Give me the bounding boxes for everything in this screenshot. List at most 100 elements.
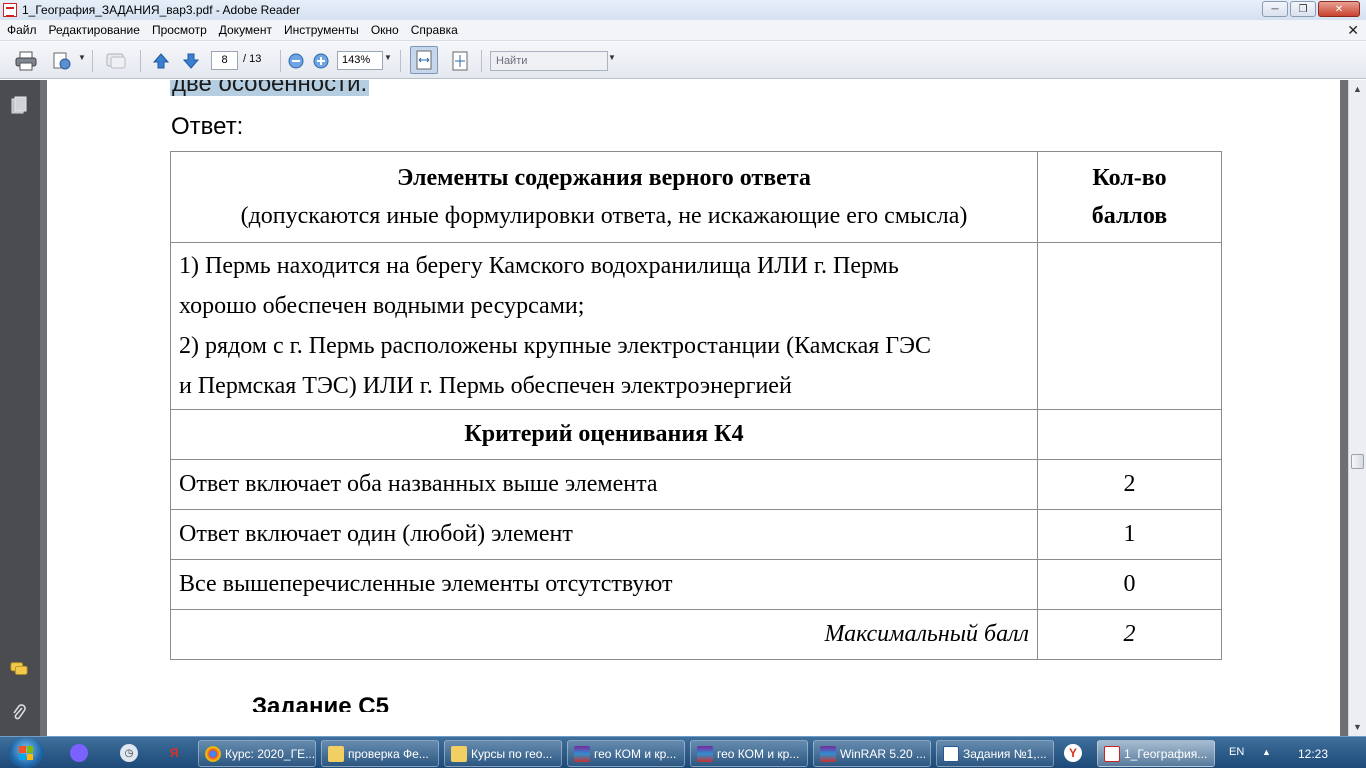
answer-content-cell: 1) Пермь находится на берегу Камского во…: [170, 242, 1038, 410]
row-text: Ответ включает оба названных выше элемен…: [170, 459, 1038, 510]
menu-window[interactable]: Окно: [364, 23, 404, 37]
language-indicator[interactable]: EN: [1229, 746, 1244, 758]
show-hidden-icons-icon[interactable]: ▲: [1262, 747, 1271, 757]
table-row: Ответ включает один (любой) элемент 1: [170, 509, 1222, 560]
winrar-icon: [574, 745, 590, 762]
taskbar-item[interactable]: Курс: 2020_ГЕ...: [198, 740, 316, 767]
row-points: 0: [1037, 559, 1222, 610]
taskbar-item[interactable]: Задания №1,...: [936, 740, 1054, 767]
chrome-icon: [205, 745, 221, 762]
menu-document[interactable]: Документ: [212, 23, 277, 37]
points-header-cell: Кол-во баллов: [1037, 151, 1222, 243]
comments-panel-icon[interactable]: [10, 660, 28, 678]
next-task-heading: Задание С5: [252, 693, 389, 712]
answer-line: и Пермская ТЭС) ИЛИ г. Пермь обеспечен э…: [179, 373, 792, 399]
export-dropdown-icon[interactable]: ▼: [78, 53, 86, 62]
find-dropdown-icon[interactable]: ▼: [608, 53, 616, 62]
answer-line: хорошо обеспечен водными ресурсами;: [179, 293, 585, 319]
navigation-panel: [0, 80, 40, 736]
table-row: Ответ включает оба названных выше элемен…: [170, 459, 1222, 510]
taskbar-item-active[interactable]: 1_География...: [1097, 740, 1215, 767]
pdf-page: две особенности. Ответ: Элементы содержа…: [47, 80, 1340, 736]
menu-help[interactable]: Справка: [404, 23, 463, 37]
taskbar: ◷ Я Курс: 2020_ГЕ... проверка Фе... Курс…: [0, 736, 1366, 768]
taskbar-item[interactable]: Курсы по гео...: [444, 740, 562, 767]
next-page-icon[interactable]: [180, 50, 202, 72]
document-view[interactable]: две особенности. Ответ: Элементы содержа…: [40, 80, 1348, 736]
elements-header-note: (допускаются иные формулировки ответа, н…: [240, 203, 968, 229]
answer-row: 1) Пермь находится на берегу Камского во…: [170, 242, 1222, 410]
max-score-value: 2: [1037, 609, 1222, 660]
menu-view[interactable]: Просмотр: [145, 23, 212, 37]
menu-bar: Файл Редактирование Просмотр Документ Ин…: [0, 20, 1366, 41]
table-header-row: Элементы содержания верного ответа (допу…: [170, 151, 1222, 243]
row-points: 1: [1037, 509, 1222, 560]
elements-header-cell: Элементы содержания верного ответа (допу…: [170, 151, 1038, 243]
restore-button[interactable]: ❐: [1290, 1, 1316, 17]
row-points: 2: [1037, 459, 1222, 510]
criteria-table: Элементы содержания верного ответа (допу…: [170, 151, 1222, 660]
selected-text: две особенности.: [170, 80, 370, 96]
points-header-line1: Кол-во: [1092, 165, 1167, 191]
row-text: Все вышеперечисленные элементы отсутству…: [170, 559, 1038, 610]
speed-dial-icon[interactable]: ◷: [120, 744, 138, 762]
adobe-reader-icon: [3, 3, 17, 17]
attachments-panel-icon[interactable]: [10, 704, 28, 722]
fit-width-icon[interactable]: [410, 46, 438, 74]
scroll-up-icon[interactable]: ▲: [1353, 84, 1362, 94]
window-title: 1_География_ЗАДАНИЯ_вар3.pdf - Adobe Rea…: [22, 3, 300, 17]
zoom-level-input[interactable]: 143%: [337, 51, 383, 70]
yandex-icon[interactable]: Я: [165, 744, 183, 762]
criterion-points-cell: [1037, 409, 1222, 460]
export-icon[interactable]: [50, 50, 74, 72]
clock[interactable]: 12:23: [1298, 747, 1328, 761]
yandex-browser-icon[interactable]: Y: [1064, 744, 1082, 762]
windows-logo-icon: [19, 746, 33, 760]
scroll-down-icon[interactable]: ▼: [1353, 722, 1362, 732]
taskbar-item[interactable]: гео КОМ и кр...: [567, 740, 685, 767]
page-number-input[interactable]: 8: [211, 51, 238, 70]
answer-line: 1) Пермь находится на берегу Камского во…: [179, 253, 899, 279]
toolbar: ▼ 8 / 13 143% ▼ Найти ▼: [0, 41, 1366, 79]
pdf-icon: [1104, 745, 1120, 762]
page-total: / 13: [243, 53, 262, 65]
zoom-out-icon[interactable]: [287, 50, 305, 72]
criterion-title: Критерий оценивания К4: [170, 409, 1038, 460]
document-close-icon[interactable]: ✕: [1347, 22, 1359, 39]
start-button[interactable]: [8, 738, 44, 768]
winrar-icon: [820, 745, 836, 762]
minimize-button[interactable]: ─: [1262, 1, 1288, 17]
answer-label: Ответ:: [171, 113, 244, 140]
pages-panel-icon[interactable]: [10, 96, 28, 114]
taskbar-item[interactable]: гео КОМ и кр...: [690, 740, 808, 767]
taskbar-item[interactable]: WinRAR 5.20 ...: [813, 740, 931, 767]
zoom-in-icon[interactable]: [312, 50, 330, 72]
alice-icon[interactable]: [70, 744, 88, 762]
winrar-icon: [697, 745, 713, 762]
document-icon: [943, 745, 959, 762]
folder-icon: [328, 745, 344, 762]
menu-edit[interactable]: Редактирование: [42, 23, 145, 37]
max-score-row: Максимальный балл 2: [170, 609, 1222, 660]
folder-icon: [451, 745, 467, 762]
table-row: Все вышеперечисленные элементы отсутству…: [170, 559, 1222, 610]
row-text: Ответ включает один (любой) элемент: [170, 509, 1038, 560]
menu-tools[interactable]: Инструменты: [277, 23, 364, 37]
elements-header-title: Элементы содержания верного ответа: [397, 165, 811, 191]
menu-file[interactable]: Файл: [0, 23, 42, 37]
scroll-thumb[interactable]: [1351, 454, 1364, 469]
comment-icon[interactable]: [104, 50, 128, 72]
answer-line: 2) рядом с г. Пермь расположены крупные …: [179, 333, 931, 359]
fit-page-icon[interactable]: [448, 50, 472, 72]
max-score-label: Максимальный балл: [170, 609, 1038, 660]
prev-page-icon[interactable]: [150, 50, 172, 72]
find-input[interactable]: Найти: [490, 51, 608, 71]
answer-points-cell: [1037, 242, 1222, 410]
zoom-dropdown-icon[interactable]: ▼: [384, 53, 392, 62]
close-button[interactable]: ✕: [1318, 1, 1360, 17]
points-header-line2: баллов: [1091, 203, 1168, 229]
taskbar-item[interactable]: проверка Фе...: [321, 740, 439, 767]
printer-icon[interactable]: [14, 50, 38, 72]
vertical-scrollbar[interactable]: ▲ ▼: [1348, 80, 1366, 736]
criterion-row: Критерий оценивания К4: [170, 409, 1222, 460]
